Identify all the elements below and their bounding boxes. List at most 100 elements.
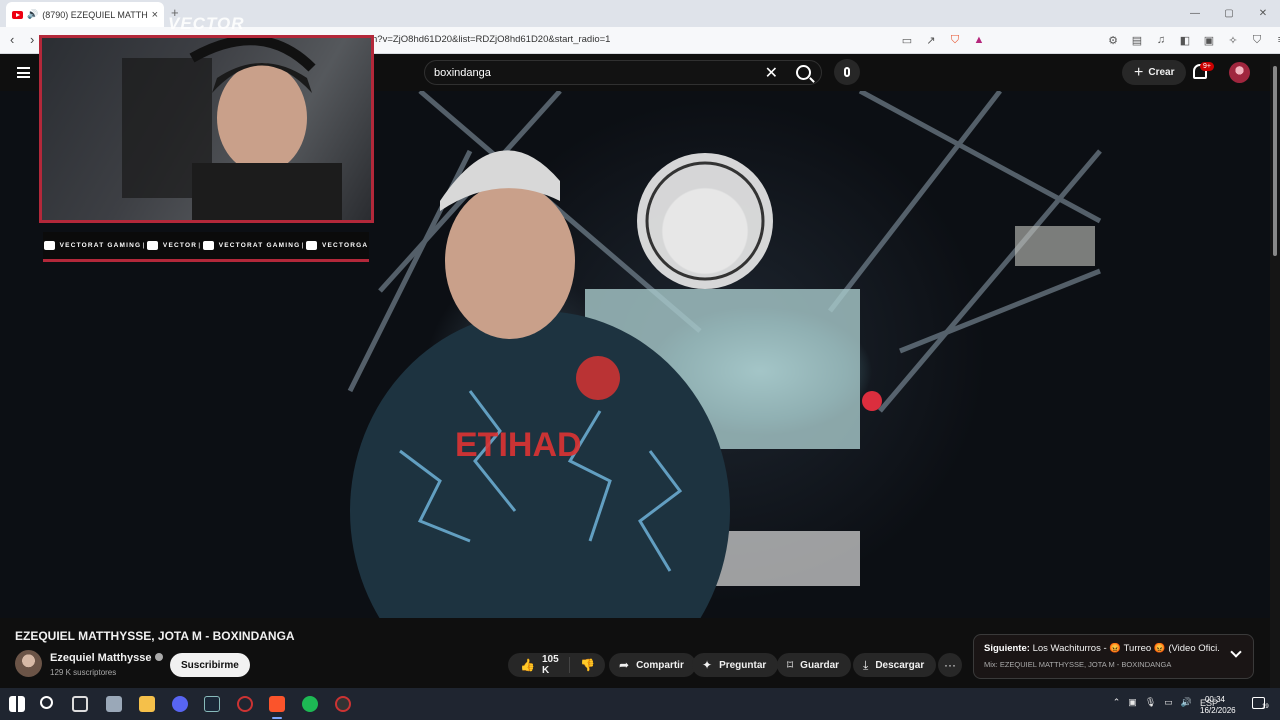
share-button[interactable]: ➦ Compartir [609, 653, 696, 677]
facecam-overlay [39, 35, 374, 223]
active-app-indicator [272, 717, 282, 719]
steam-icon[interactable] [204, 696, 220, 712]
leo-ai-icon[interactable]: ✧ [1226, 33, 1240, 47]
forward-button[interactable]: › [30, 32, 34, 47]
clock[interactable]: 00:34 16/2/2026 [1200, 694, 1236, 716]
social-label: VECTORAT GAMING [218, 242, 301, 249]
social-instagram: VECTORGA [305, 241, 369, 250]
speaker-icon[interactable]: 🔊 [27, 9, 38, 20]
back-button[interactable]: ‹ [10, 32, 14, 47]
voice-search-button[interactable] [834, 59, 860, 85]
search-input[interactable] [434, 66, 765, 79]
up-next-line: Siguiente: Los Wachiturros - 😡 Turreo 😡 … [984, 643, 1219, 654]
social-label: VECTORGA [321, 242, 369, 249]
up-next-mix: Mix: EZEQUIEL MATTHYSSE, JOTA M - BOXIND… [984, 660, 1172, 669]
tray-expand-icon[interactable]: ⌃ [1113, 697, 1121, 708]
youtube-icon [43, 241, 55, 250]
bookmark-icon: ⌑ [787, 658, 794, 672]
media-icon[interactable]: ♫ [1154, 33, 1168, 47]
share-page-icon[interactable]: ↗ [924, 33, 938, 47]
taskbar-search-icon[interactable] [40, 696, 53, 709]
account-avatar[interactable] [1229, 62, 1250, 83]
chevron-down-icon[interactable] [1230, 646, 1242, 658]
tray-app-icon[interactable]: ▣ [1128, 697, 1137, 708]
channel-avatar[interactable] [15, 650, 42, 677]
thumbs-up-icon: 👍 [520, 658, 535, 672]
svg-text:ETIHAD: ETIHAD [455, 426, 582, 464]
network-icon[interactable]: ▭ [1164, 697, 1173, 708]
separator: | [301, 242, 305, 249]
spotify-icon[interactable] [302, 696, 318, 712]
cast-icon[interactable]: ▭ [900, 33, 914, 47]
subscriber-count: 129 K suscriptores [50, 668, 117, 677]
page-scrollbar[interactable] [1270, 54, 1280, 688]
social-twitch: VECTOR [146, 241, 198, 250]
search-icon[interactable] [796, 65, 811, 80]
toolbar-icons: ⚙ ▤ ♫ ◧ ▣ ✧ ⛉ ≡ [1106, 33, 1280, 47]
save-label: Guardar [800, 659, 840, 671]
download-label: Descargar [875, 659, 925, 671]
opera-icon[interactable] [237, 696, 253, 712]
like-button[interactable]: 👍 105 K [508, 654, 571, 676]
browser-tab[interactable]: 🔊 (8790) EZEQUIEL MATTHYSSE × [6, 2, 164, 27]
brave-shields-icon[interactable]: ⛉ [948, 33, 962, 47]
url-field[interactable]: h?v=ZjO8hd61D20&list=RDZjO8hd61D20&start… [372, 34, 610, 45]
instagram-icon [305, 241, 317, 250]
more-actions-button[interactable]: ··· [938, 653, 962, 677]
social-label: VECTOR [162, 242, 198, 249]
ask-label: Preguntar [719, 659, 767, 671]
file-explorer-icon[interactable] [139, 696, 155, 712]
sparkle-icon: ✦ [702, 658, 713, 672]
twitch-icon [146, 241, 158, 250]
verified-icon [155, 653, 164, 661]
notifications-badge: 9+ [1200, 62, 1214, 71]
widgets-icon[interactable] [106, 696, 122, 712]
close-window-button[interactable]: ✕ [1246, 0, 1280, 27]
facecam-frame [122, 38, 342, 220]
minimize-button[interactable]: — [1178, 0, 1212, 27]
sidebar-icon[interactable]: ◧ [1178, 33, 1192, 47]
vpn-icon[interactable]: ⛉ [1250, 33, 1264, 47]
rewards-icon[interactable]: ▲ [972, 33, 986, 47]
create-button[interactable]: + Crear [1122, 60, 1187, 85]
windows-start-icon[interactable] [9, 696, 25, 712]
clock-time: 00:34 [1204, 695, 1226, 704]
tab-title: (8790) EZEQUIEL MATTHYSSE [42, 9, 148, 20]
volume-icon[interactable]: 🔊 [1181, 697, 1192, 708]
task-view-icon[interactable] [72, 696, 88, 712]
ask-button[interactable]: ✦ Preguntar [692, 653, 779, 677]
channel-name-block[interactable]: Ezequiel Matthysse [50, 652, 164, 664]
menu-icon[interactable]: ≡ [1274, 33, 1280, 47]
channel-name[interactable]: Ezequiel Matthysse [50, 652, 151, 664]
social-links-bar: VECTORAT GAMING | VECTOR | VECTORAT GAMI… [43, 232, 369, 262]
reader-mode-icon[interactable]: ▤ [1130, 33, 1144, 47]
restore-button[interactable]: ▢ [1212, 0, 1246, 27]
video-info: EZEQUIEL MATTHYSSE, JOTA M - BOXINDANGA … [0, 618, 1270, 688]
social-youtube: VECTORAT GAMING [43, 241, 142, 250]
up-next-title: Los Wachiturros - 😡 Turreo 😡 (Video Ofic… [1032, 643, 1219, 654]
notification-count: 19 [1262, 704, 1269, 710]
clear-search-icon[interactable]: ✕ [765, 63, 778, 83]
download-button[interactable]: ⤓ Descargar [853, 653, 937, 677]
wallet-icon[interactable]: ▣ [1202, 33, 1216, 47]
video-title: EZEQUIEL MATTHYSSE, JOTA M - BOXINDANGA [15, 629, 295, 643]
subscribe-button[interactable]: Suscribirme [170, 653, 250, 677]
tab-close-icon[interactable]: × [152, 9, 158, 21]
hamburger-menu-icon[interactable] [17, 67, 30, 78]
thumbs-down-icon: 👎 [580, 658, 595, 672]
brave-icon[interactable] [269, 696, 285, 712]
app-icon[interactable] [335, 696, 351, 712]
microphone-tray-icon[interactable]: 🎙 [1145, 697, 1156, 708]
save-button[interactable]: ⌑ Guardar [777, 653, 852, 677]
share-label: Compartir [636, 659, 684, 671]
social-twitter: VECTORAT GAMING [202, 241, 301, 250]
discord-icon[interactable] [172, 696, 188, 712]
like-dislike-group: 👍 105 K 👎 [508, 653, 605, 677]
youtube-favicon-icon [12, 10, 23, 19]
extensions-icon[interactable]: ⚙ [1106, 33, 1120, 47]
up-next-card[interactable]: Siguiente: Los Wachiturros - 😡 Turreo 😡 … [973, 634, 1254, 679]
scrollbar-thumb[interactable] [1273, 66, 1277, 256]
dislike-button[interactable]: 👎 [570, 658, 605, 672]
share-icon: ➦ [619, 658, 630, 672]
like-count: 105 K [541, 654, 559, 676]
